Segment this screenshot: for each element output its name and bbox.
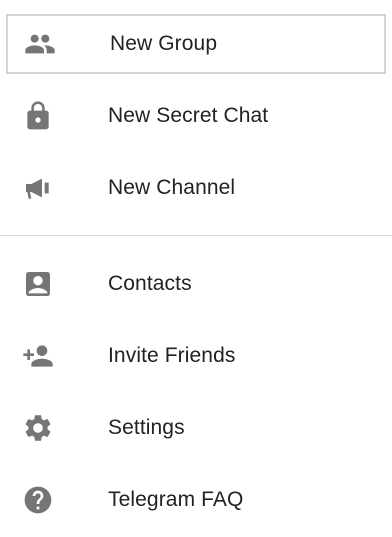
menu-item-label: Contacts <box>108 272 192 295</box>
menu-item-new-group[interactable]: New Group <box>6 14 386 74</box>
lock-icon <box>20 98 56 134</box>
menu-item-contacts[interactable]: Contacts <box>6 254 386 314</box>
add-person-icon <box>20 338 56 374</box>
menu-item-invite-friends[interactable]: Invite Friends <box>6 326 386 386</box>
menu-item-label: Telegram FAQ <box>108 488 244 511</box>
menu-item-new-channel[interactable]: New Channel <box>6 158 386 218</box>
navigation-menu: New Group New Secret Chat New Channel Co… <box>0 0 392 537</box>
menu-item-settings[interactable]: Settings <box>6 398 386 458</box>
menu-item-label: Settings <box>108 416 185 439</box>
menu-item-new-secret-chat[interactable]: New Secret Chat <box>6 86 386 146</box>
menu-item-label: Invite Friends <box>108 344 236 367</box>
menu-item-label: New Channel <box>108 176 236 199</box>
gear-icon <box>20 410 56 446</box>
menu-divider <box>0 235 392 236</box>
help-icon <box>20 482 56 518</box>
menu-item-label: New Group <box>110 32 218 55</box>
contact-card-icon <box>20 266 56 302</box>
menu-item-label: New Secret Chat <box>108 104 269 127</box>
megaphone-icon <box>20 170 56 206</box>
group-icon <box>22 26 58 62</box>
menu-item-telegram-faq[interactable]: Telegram FAQ <box>6 470 386 530</box>
